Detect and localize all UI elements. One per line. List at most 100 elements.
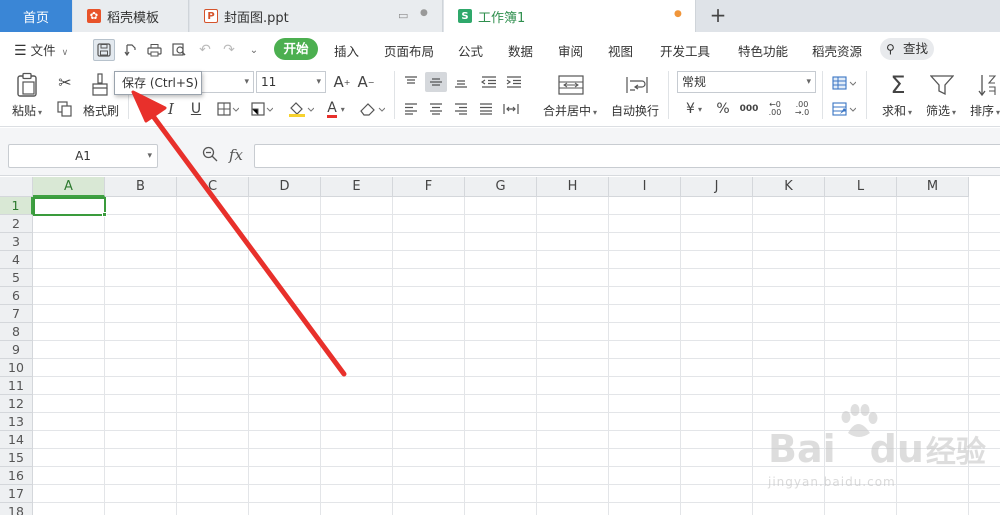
decrease-indent-button[interactable] <box>479 72 499 92</box>
wrap-text-label[interactable]: 自动换行 <box>611 102 659 119</box>
currency-format-button[interactable]: ¥ ▾ <box>681 98 707 120</box>
column-header-b[interactable]: B <box>105 177 177 197</box>
redo-button[interactable]: ↷ <box>218 39 240 61</box>
row-header-15[interactable]: 15 <box>0 449 33 467</box>
tab-home[interactable]: 首页 <box>0 0 72 32</box>
increase-decimal-button[interactable]: ←0.00 <box>764 98 786 120</box>
paste-button[interactable] <box>14 71 40 99</box>
undo-button[interactable]: ↶ <box>194 39 216 61</box>
row-header-5[interactable]: 5 <box>0 269 33 287</box>
tab-formulas[interactable]: 公式 <box>458 41 483 60</box>
tab-insert[interactable]: 插入 <box>334 41 359 60</box>
tab-page-layout[interactable]: 页面布局 <box>384 41 434 60</box>
column-header-g[interactable]: G <box>465 177 537 197</box>
column-header-h[interactable]: H <box>537 177 609 197</box>
table-style-button[interactable] <box>830 73 858 93</box>
align-left-button[interactable] <box>402 99 420 119</box>
merge-center-button[interactable] <box>557 73 585 97</box>
new-tab-button[interactable]: + <box>706 4 730 28</box>
search-button[interactable]: ⚲ 查找 <box>880 38 934 60</box>
row-header-10[interactable]: 10 <box>0 359 33 377</box>
row-header-8[interactable]: 8 <box>0 323 33 341</box>
print-button[interactable] <box>143 39 165 61</box>
wrap-text-button[interactable] <box>623 73 651 97</box>
fill-handle[interactable] <box>102 212 107 217</box>
column-header-e[interactable]: E <box>321 177 393 197</box>
paste-label[interactable]: 粘贴 ▾ <box>12 102 42 119</box>
row-header-16[interactable]: 16 <box>0 467 33 485</box>
row-header-18[interactable]: 18 <box>0 503 33 515</box>
sort-button[interactable] <box>976 71 998 99</box>
row-header-11[interactable]: 11 <box>0 377 33 395</box>
align-middle-button[interactable] <box>425 72 447 92</box>
cut-button[interactable]: ✂ <box>54 71 76 93</box>
align-bottom-button[interactable] <box>452 72 470 92</box>
name-box[interactable]: A1 ▾ <box>8 144 158 168</box>
row-header-9[interactable]: 9 <box>0 341 33 359</box>
align-right-button[interactable] <box>452 99 470 119</box>
format-painter-button[interactable] <box>88 71 112 99</box>
increase-indent-button[interactable] <box>504 72 524 92</box>
number-format-select[interactable]: 常规 ▾ <box>677 71 816 93</box>
italic-button[interactable]: I <box>162 98 180 120</box>
justify-button[interactable] <box>477 99 495 119</box>
format-painter-label[interactable]: 格式刷 <box>83 102 119 119</box>
merge-center-label[interactable]: 合并居中 ▾ <box>543 102 597 119</box>
decrease-font-button[interactable]: A − <box>357 71 375 93</box>
insert-function-button[interactable]: fx <box>229 146 243 164</box>
sort-label[interactable]: 排序 ▾ <box>970 102 1000 119</box>
column-header-d[interactable]: D <box>249 177 321 197</box>
tab-workbook[interactable]: S 工作簿1 ● <box>444 0 696 32</box>
row-header-2[interactable]: 2 <box>0 215 33 233</box>
column-header-a[interactable]: A <box>33 177 105 197</box>
export-pdf-button[interactable] <box>119 39 141 61</box>
sum-button[interactable]: Σ <box>885 71 911 99</box>
customize-toolbar-button[interactable]: ⌄ <box>243 39 265 61</box>
tab-docer-templates[interactable]: ✿ 稻壳模板 <box>73 0 189 32</box>
tab-docer-resources[interactable]: 稻壳资源 <box>812 41 862 60</box>
monitor-icon[interactable]: ▭ <box>398 9 408 22</box>
formula-input[interactable] <box>254 144 1000 168</box>
filter-button[interactable] <box>928 71 956 99</box>
font-color-button[interactable]: A ▾ <box>322 98 350 120</box>
tab-view[interactable]: 视图 <box>608 41 633 60</box>
file-menu[interactable]: ☰ 文件 ∨ <box>14 40 68 59</box>
clear-format-button[interactable] <box>358 98 386 120</box>
underline-button[interactable]: U <box>187 98 205 120</box>
tab-data[interactable]: 数据 <box>508 41 533 60</box>
zoom-button[interactable] <box>202 146 218 165</box>
font-size-select[interactable]: 11 ▾ <box>256 71 326 93</box>
print-preview-button[interactable] <box>168 39 190 61</box>
borders-button[interactable] <box>215 98 241 120</box>
row-header-4[interactable]: 4 <box>0 251 33 269</box>
row-header-3[interactable]: 3 <box>0 233 33 251</box>
row-header-12[interactable]: 12 <box>0 395 33 413</box>
filter-label[interactable]: 筛选 ▾ <box>926 102 956 119</box>
column-header-k[interactable]: K <box>753 177 825 197</box>
row-header-1[interactable]: 1 <box>0 197 33 215</box>
column-header-f[interactable]: F <box>393 177 465 197</box>
row-header-6[interactable]: 6 <box>0 287 33 305</box>
increase-font-button[interactable]: A + <box>333 71 351 93</box>
column-header-m[interactable]: M <box>897 177 969 197</box>
percent-format-button[interactable]: % <box>713 98 733 120</box>
row-header-7[interactable]: 7 <box>0 305 33 323</box>
align-top-button[interactable] <box>402 72 420 92</box>
bold-button[interactable]: B <box>138 98 156 120</box>
column-header-c[interactable]: C <box>177 177 249 197</box>
align-center-button[interactable] <box>427 99 445 119</box>
conditional-format-button[interactable] <box>830 99 858 119</box>
column-header-j[interactable]: J <box>681 177 753 197</box>
distributed-align-button[interactable] <box>501 99 521 119</box>
tab-developer[interactable]: 开发工具 <box>660 41 710 60</box>
fill-color-button[interactable] <box>287 98 315 120</box>
tab-ppt-file[interactable]: P 封面图.ppt ▭ ● <box>190 0 443 32</box>
column-header-l[interactable]: L <box>825 177 897 197</box>
selected-cell-a1[interactable] <box>33 197 106 216</box>
copy-button[interactable] <box>54 98 76 120</box>
row-header-14[interactable]: 14 <box>0 431 33 449</box>
row-header-13[interactable]: 13 <box>0 413 33 431</box>
tab-start[interactable]: 开始 <box>274 38 318 60</box>
sum-label[interactable]: 求和 ▾ <box>882 102 912 119</box>
decrease-decimal-button[interactable]: .00 →.0 <box>791 98 813 120</box>
